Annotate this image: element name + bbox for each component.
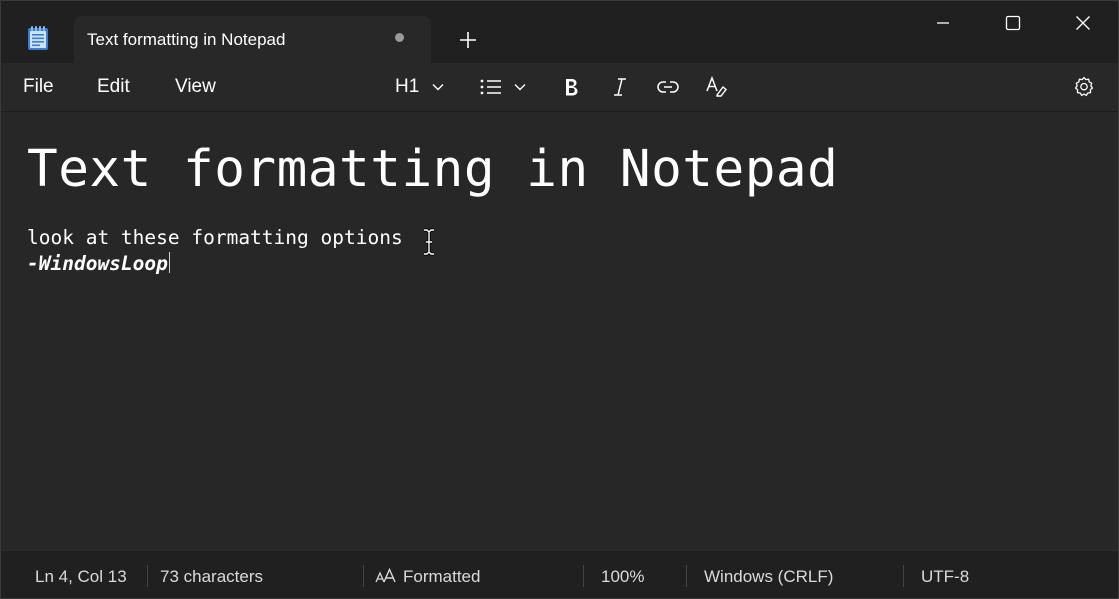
cursor-position: Ln 4, Col 13	[35, 567, 127, 586]
zoom-level[interactable]: 100%	[601, 567, 644, 587]
maximize-button[interactable]	[978, 1, 1048, 45]
status-divider	[903, 565, 904, 587]
close-icon	[1076, 16, 1090, 30]
signature-text: -WindowsLoop	[27, 252, 168, 275]
format-toggle[interactable]: Formatted	[375, 567, 480, 587]
maximize-icon	[1005, 15, 1021, 31]
bold-button[interactable]	[561, 63, 581, 111]
notepad-window: Text formatting in Notepad File Edit Vie…	[0, 0, 1119, 599]
clear-formatting-button[interactable]	[704, 63, 728, 111]
notepad-icon	[27, 25, 49, 51]
menu-edit[interactable]: Edit	[97, 76, 130, 98]
encoding[interactable]: UTF-8	[921, 567, 969, 587]
chevron-down-icon	[514, 84, 526, 91]
text-caret	[168, 252, 170, 273]
clear-formatting-icon	[706, 75, 727, 97]
italic-icon	[614, 78, 626, 96]
italic-button[interactable]	[610, 63, 630, 111]
character-count: 73 characters	[160, 567, 263, 586]
status-divider	[583, 565, 584, 587]
list-dropdown[interactable]	[479, 63, 527, 111]
bold-icon	[566, 79, 578, 96]
menu-file[interactable]: File	[23, 76, 54, 98]
tab-document[interactable]: Text formatting in Notepad	[74, 16, 431, 63]
new-tab-button[interactable]	[456, 28, 480, 52]
line-ending[interactable]: Windows (CRLF)	[704, 567, 833, 587]
minimize-icon	[937, 22, 949, 24]
link-button[interactable]	[656, 63, 680, 111]
minimize-button[interactable]	[908, 1, 978, 45]
heading-dropdown[interactable]: H1	[395, 63, 445, 111]
title-bar: Text formatting in Notepad	[1, 1, 1118, 63]
tab-title: Text formatting in Notepad	[87, 30, 286, 49]
status-divider	[686, 565, 687, 587]
status-divider	[363, 565, 364, 587]
heading-label: H1	[395, 76, 420, 97]
chevron-down-icon	[432, 84, 444, 91]
gear-icon	[1074, 76, 1094, 97]
unsaved-dot-icon[interactable]	[395, 33, 404, 42]
format-label: Formatted	[403, 567, 481, 586]
close-button[interactable]	[1048, 1, 1118, 45]
document-heading[interactable]: Text formatting in Notepad	[27, 140, 838, 199]
settings-button[interactable]	[1072, 63, 1096, 111]
ibeam-cursor-icon	[421, 228, 437, 256]
document-line[interactable]: look at these formatting options	[27, 226, 403, 249]
menu-bar: File Edit View H1	[1, 63, 1118, 112]
status-bar: Ln 4, Col 13 73 characters Formatted 100…	[1, 550, 1118, 598]
status-divider	[147, 565, 148, 587]
menu-view[interactable]: View	[175, 76, 216, 98]
document-signature-line[interactable]: -WindowsLoop	[27, 252, 170, 275]
font-size-icon	[375, 567, 396, 583]
link-icon	[657, 81, 679, 93]
editor-area[interactable]: Text formatting in Notepad look at these…	[1, 112, 1118, 549]
list-icon	[480, 79, 501, 95]
